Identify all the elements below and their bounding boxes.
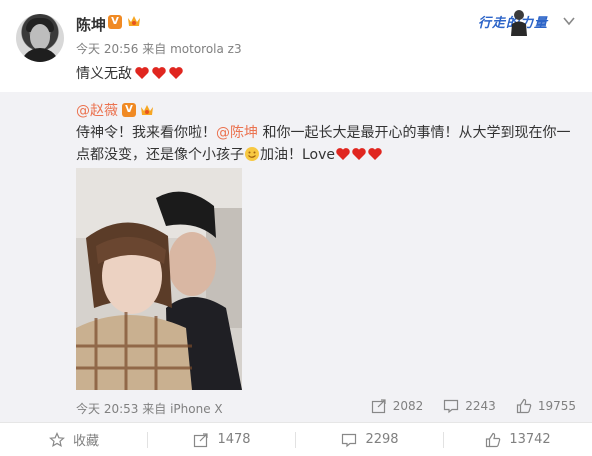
repost-like-button[interactable]: 19755 <box>516 398 576 414</box>
heart-icon <box>152 67 166 79</box>
comment-count: 2298 <box>365 432 399 447</box>
source-prefix: 来自 <box>142 42 167 56</box>
repost-meta: 今天 20:53 来自 iPhone X <box>76 400 223 417</box>
repost-text-part1: 侍神令！我来看你啦！ <box>76 125 216 141</box>
action-bar: 收藏 1478 2298 13742 <box>0 422 592 456</box>
promo-badge[interactable]: 行走的力量 <box>478 8 558 36</box>
thumbs-up-icon <box>486 432 501 447</box>
mention-link[interactable]: @陈坤 <box>216 125 258 141</box>
post-text: 情义无敌 <box>76 66 132 82</box>
repost-header: @赵薇 V <box>76 100 155 120</box>
favorite-label: 收藏 <box>72 434 99 449</box>
vip-crown-icon <box>141 105 153 115</box>
like-count: 19755 <box>537 399 576 413</box>
heart-icon <box>336 148 350 160</box>
repost-author-name[interactable]: @赵薇 <box>76 100 118 120</box>
repost-count: 2082 <box>392 399 424 413</box>
comment-icon <box>444 399 459 414</box>
repost-source: iPhone X <box>170 402 223 416</box>
share-icon <box>371 399 386 414</box>
repost-time[interactable]: 今天 20:53 <box>76 402 138 416</box>
repost-photo[interactable] <box>76 168 242 390</box>
author-avatar[interactable] <box>16 14 64 62</box>
repost-comment-button[interactable]: 2243 <box>443 398 496 414</box>
share-count: 1478 <box>217 432 251 447</box>
thumbs-up-icon <box>516 398 532 414</box>
person-icon <box>511 10 527 36</box>
like-button[interactable]: 13742 <box>444 423 592 456</box>
heart-icon <box>135 67 149 79</box>
avatar-body <box>20 48 60 62</box>
post-meta: 今天 20:56 来自 motorola z3 <box>76 40 242 57</box>
verified-badge-icon: V <box>122 103 136 117</box>
selfie-photo-illustration <box>76 168 242 390</box>
smile-emoji-icon <box>245 147 259 161</box>
share-icon <box>194 432 209 447</box>
comment-count: 2243 <box>465 399 496 413</box>
heart-icon <box>368 148 382 160</box>
repost-stats: 2082 2243 19755 <box>351 398 576 414</box>
comment-button[interactable]: 2298 <box>296 423 444 456</box>
avatar-face <box>30 24 50 50</box>
repost-share-button[interactable]: 2082 <box>371 398 424 414</box>
heart-icon <box>352 148 366 160</box>
post-source: motorola z3 <box>170 42 242 56</box>
source-prefix: 来自 <box>142 402 167 416</box>
comment-icon <box>342 433 357 447</box>
vip-crown-icon <box>128 16 140 26</box>
post-time[interactable]: 今天 20:56 <box>76 42 138 56</box>
star-icon <box>49 431 65 447</box>
heart-icon <box>169 67 183 79</box>
like-count: 13742 <box>509 432 551 447</box>
heart-emoji-group <box>134 65 185 81</box>
repost-text: 侍神令！我来看你啦！@陈坤 和你一起长大是最开心的事情！从大学到现在你一点都没变… <box>76 122 576 166</box>
post-body: 情义无敌 <box>76 63 185 83</box>
favorite-button[interactable]: 收藏 <box>0 423 148 456</box>
author-name[interactable]: 陈坤 <box>76 14 106 35</box>
repost-card: @赵薇 V 侍神令！我来看你啦！@陈坤 和你一起长大是最开心的事情！从大学到现在… <box>0 92 592 422</box>
chevron-down-icon[interactable] <box>562 14 576 28</box>
share-button[interactable]: 1478 <box>148 423 296 456</box>
verified-badge-icon: V <box>108 15 122 29</box>
repost-text-part3: 加油！Love <box>260 147 336 163</box>
